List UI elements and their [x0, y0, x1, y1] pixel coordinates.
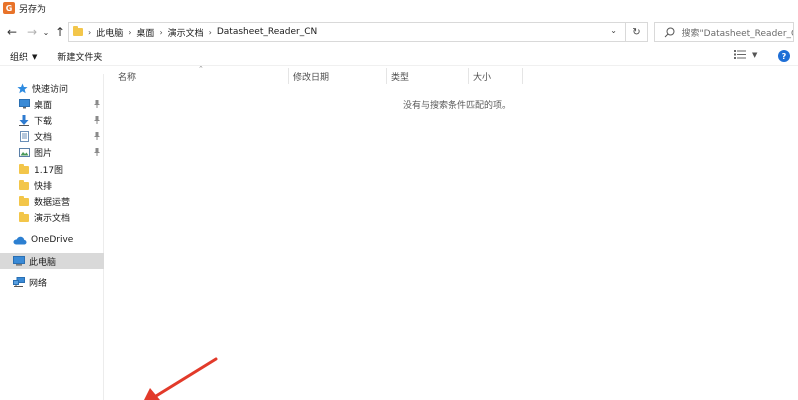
column-header-label: 大小: [473, 72, 492, 83]
sidebar-item-label: 图片: [34, 148, 53, 159]
pin-icon[interactable]: [94, 100, 100, 108]
cloud-icon: [13, 234, 27, 246]
help-icon[interactable]: ?: [778, 50, 790, 62]
chevron-right-icon[interactable]: ›: [88, 28, 91, 37]
sidebar-item-documents[interactable]: 文档: [0, 128, 104, 144]
folder-icon: [18, 179, 30, 191]
column-header-name[interactable]: 名称 ⌃: [105, 65, 289, 84]
sidebar-item-label: 网络: [29, 278, 48, 289]
navigation-pane: 快速访问 桌面 下载 文档 图片 1.17图 快排 数据运营 演示文档 OneD…: [0, 74, 104, 400]
sort-ascending-icon: ⌃: [198, 65, 204, 73]
folder-icon: [18, 195, 30, 207]
address-row: ← → ⌄ ↑ › 此电脑 › 桌面 › 演示文档 › Datasheet_Re…: [0, 18, 798, 46]
folder-icon: [18, 211, 30, 223]
sidebar-item-label: 快排: [34, 181, 53, 192]
sidebar-item-desktop[interactable]: 桌面: [0, 96, 104, 112]
address-bar[interactable]: › 此电脑 › 桌面 › 演示文档 › Datasheet_Reader_CN …: [68, 22, 648, 42]
pin-icon[interactable]: [94, 132, 100, 140]
app-logo-icon: G: [3, 2, 15, 14]
column-header-size[interactable]: 大小: [469, 68, 523, 84]
sidebar-item-network[interactable]: 网络: [0, 274, 104, 290]
breadcrumb-current[interactable]: Datasheet_Reader_CN: [217, 27, 317, 37]
sidebar-item-label: 1.17图: [34, 165, 64, 176]
sidebar-item-folder-kuaipai[interactable]: 快排: [0, 177, 104, 193]
chevron-right-icon[interactable]: ›: [209, 28, 212, 37]
sidebar-item-label: 桌面: [34, 100, 53, 111]
organize-label: 组织: [10, 53, 29, 63]
sidebar-item-onedrive[interactable]: OneDrive: [0, 232, 104, 248]
list-view-icon: [734, 50, 746, 59]
search-input[interactable]: 搜索"Datasheet_Reader_C...: [654, 22, 794, 42]
search-icon: [663, 25, 676, 39]
up-arrow-icon[interactable]: ↑: [52, 22, 68, 42]
pin-icon[interactable]: [94, 148, 100, 156]
column-header-label: 类型: [391, 72, 410, 83]
computer-icon: [13, 255, 25, 267]
empty-folder-message: 没有与搜索条件匹配的项。: [403, 101, 512, 111]
network-icon: [13, 276, 25, 288]
window-title: 另存为: [19, 4, 47, 15]
download-icon: [18, 114, 30, 126]
picture-icon: [18, 146, 30, 158]
caret-down-icon: ▼: [32, 52, 38, 61]
folder-icon: [73, 26, 83, 36]
sidebar-item-label: 演示文档: [34, 213, 71, 224]
pin-icon[interactable]: [94, 116, 100, 124]
breadcrumb-this-pc[interactable]: 此电脑: [96, 26, 123, 39]
view-options-button[interactable]: ▼: [734, 50, 757, 59]
command-toolbar: 组织 ▼ 新建文件夹 ▼ ?: [0, 48, 798, 66]
refresh-icon[interactable]: ↻: [625, 23, 647, 41]
sidebar-item-this-pc[interactable]: 此电脑: [0, 253, 104, 269]
new-folder-button[interactable]: 新建文件夹: [57, 50, 102, 63]
chevron-right-icon[interactable]: ›: [128, 28, 131, 37]
folder-icon: [18, 163, 30, 175]
title-bar: G 另存为: [0, 0, 798, 16]
column-header-label: 修改日期: [293, 72, 330, 83]
document-icon: [18, 130, 30, 142]
sidebar-item-downloads[interactable]: 下载: [0, 112, 104, 128]
sidebar-item-label: 文档: [34, 132, 53, 143]
sidebar-item-label: 下载: [34, 116, 53, 127]
desktop-icon: [18, 98, 30, 110]
column-header-type[interactable]: 类型: [387, 68, 469, 84]
sidebar-item-label: 数据运营: [34, 197, 71, 208]
sidebar-item-folder-1-17[interactable]: 1.17图: [0, 161, 104, 177]
search-placeholder: 搜索"Datasheet_Reader_C...: [681, 28, 793, 39]
file-list: 名称 ⌃ 修改日期 类型 大小 没有与搜索条件匹配的项。: [105, 65, 798, 400]
organize-button[interactable]: 组织 ▼: [10, 50, 38, 64]
sidebar-item-quick-access[interactable]: 快速访问: [0, 80, 104, 96]
sidebar-item-pictures[interactable]: 图片: [0, 144, 104, 160]
star-icon: [16, 82, 28, 94]
column-header-date-modified[interactable]: 修改日期: [289, 68, 387, 84]
column-header-label: 名称: [118, 72, 137, 83]
breadcrumb-demo-docs[interactable]: 演示文档: [168, 26, 204, 39]
sidebar-item-folder-data-ops[interactable]: 数据运营: [0, 193, 104, 209]
sidebar-item-folder-demo-docs[interactable]: 演示文档: [0, 209, 104, 225]
chevron-right-icon[interactable]: ›: [159, 28, 162, 37]
sidebar-item-label: 快速访问: [32, 84, 69, 95]
sidebar-item-label: 此电脑: [29, 257, 57, 268]
new-folder-label: 新建文件夹: [57, 53, 103, 63]
sidebar-item-label: OneDrive: [31, 235, 74, 245]
address-dropdown-icon[interactable]: ⌄: [610, 26, 617, 35]
caret-down-icon: ▼: [752, 50, 758, 59]
breadcrumb-desktop[interactable]: 桌面: [136, 26, 154, 39]
back-arrow-icon[interactable]: ←: [4, 22, 20, 42]
